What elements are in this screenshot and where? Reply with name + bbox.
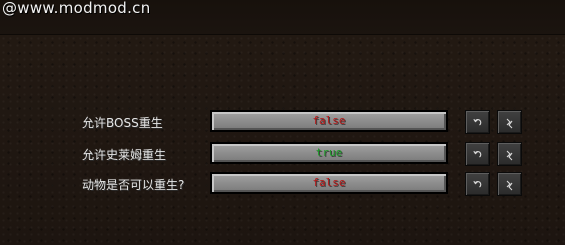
undo-button[interactable] xyxy=(465,110,490,134)
toggle-value-button[interactable]: false xyxy=(210,172,448,194)
config-row-animal-respawn: 动物是否可以重生? false xyxy=(0,172,565,198)
config-row-boss-respawn: 允许BOSS重生 false xyxy=(0,110,565,136)
top-band: @www.modmod.cn xyxy=(0,0,565,35)
watermark: @www.modmod.cn xyxy=(2,0,151,17)
toggle-value-button[interactable]: true xyxy=(210,142,448,164)
option-label: 动物是否可以重生? xyxy=(82,178,185,192)
reset-icon xyxy=(498,118,521,129)
toggle-value-button[interactable]: false xyxy=(210,110,448,132)
toggle-value-text: false xyxy=(312,176,346,189)
option-label: 允许史莱姆重生 xyxy=(82,148,167,162)
config-row-slime-respawn: 允许史莱姆重生 true xyxy=(0,142,565,168)
undo-button[interactable] xyxy=(465,172,490,196)
reset-button[interactable] xyxy=(497,172,522,196)
toggle-value-text: true xyxy=(315,146,343,159)
reset-button[interactable] xyxy=(497,142,522,166)
undo-icon xyxy=(466,150,489,159)
option-label: 允许BOSS重生 xyxy=(82,116,163,130)
toggle-value-text: false xyxy=(312,114,346,127)
reset-button[interactable] xyxy=(497,110,522,134)
undo-icon xyxy=(466,180,489,189)
reset-icon xyxy=(498,150,521,161)
reset-icon xyxy=(498,180,521,191)
undo-button[interactable] xyxy=(465,142,490,166)
undo-icon xyxy=(466,118,489,127)
